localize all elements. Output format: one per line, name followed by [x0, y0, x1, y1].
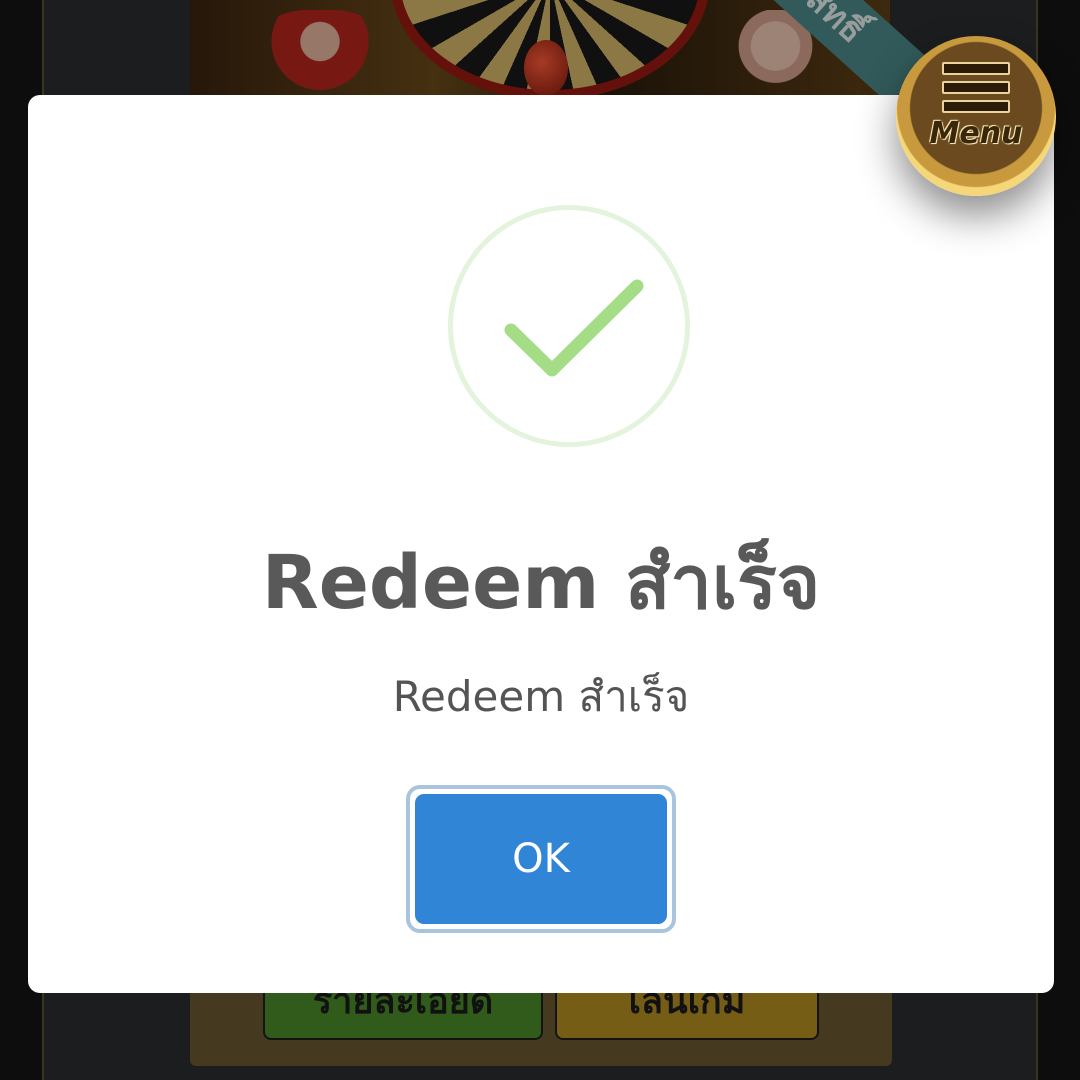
success-check-icon	[448, 205, 690, 447]
ok-button[interactable]: OK	[415, 794, 667, 924]
checkmark-icon	[504, 279, 644, 377]
dialog-message: Redeem สำเร็จ	[392, 672, 690, 721]
hamburger-icon	[942, 62, 1010, 113]
dialog-title: Redeem สำเร็จ	[261, 540, 821, 626]
ok-button-focus-ring: OK	[406, 785, 676, 933]
menu-label: Menu	[929, 116, 1023, 151]
success-dialog: Redeem สำเร็จ Redeem สำเร็จ OK	[28, 95, 1054, 993]
menu-button[interactable]: Menu	[896, 36, 1056, 196]
